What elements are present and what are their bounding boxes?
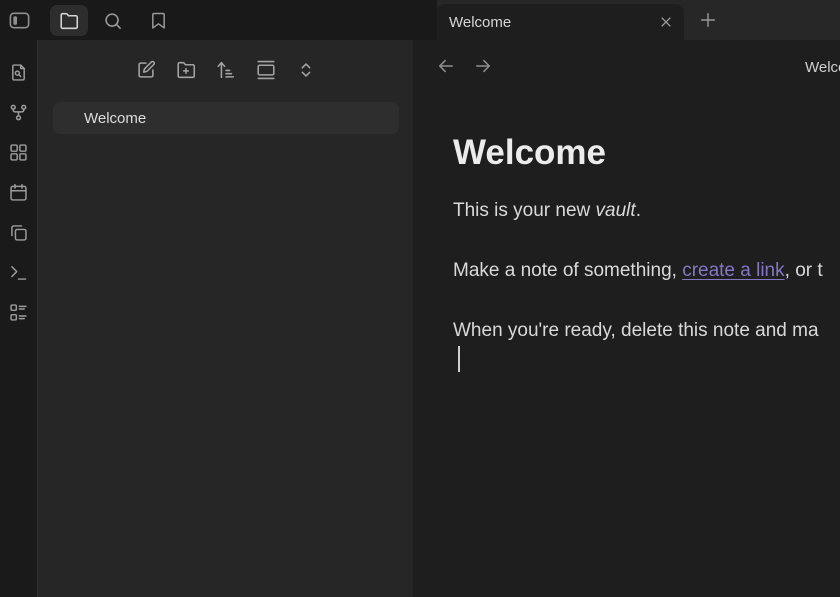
- file-explorer: Welcome: [38, 40, 413, 597]
- layout-list-button[interactable]: [6, 300, 31, 325]
- bookmark-icon: [148, 10, 169, 31]
- explorer-toolbar: [38, 56, 413, 84]
- files-nav-button[interactable]: [50, 5, 88, 36]
- square-pen-icon: [135, 59, 157, 81]
- search-nav-button[interactable]: [100, 8, 125, 33]
- new-tab-button[interactable]: [698, 10, 718, 30]
- obsidian-window: Welcome: [0, 0, 840, 597]
- chevrons-up-down-icon: [295, 59, 317, 81]
- expand-collapse-button[interactable]: [292, 56, 320, 84]
- forward-button[interactable]: [473, 56, 493, 76]
- file-search-icon: [8, 62, 29, 83]
- graph-view-button[interactable]: [6, 100, 31, 125]
- quick-switcher-button[interactable]: [6, 60, 31, 85]
- graph-icon: [8, 102, 29, 123]
- sort-ascending-icon: [215, 59, 237, 81]
- tab-welcome[interactable]: Welcome: [437, 4, 684, 40]
- note-heading: Welcome: [453, 133, 606, 173]
- new-folder-button[interactable]: [172, 56, 200, 84]
- calendar-icon: [8, 182, 29, 203]
- back-button[interactable]: [436, 56, 456, 76]
- close-icon[interactable]: [657, 13, 675, 31]
- text-cursor: [458, 346, 460, 372]
- create-a-link-link[interactable]: create a link: [682, 260, 784, 281]
- file-item-welcome[interactable]: Welcome: [53, 102, 399, 134]
- canvas-button[interactable]: [6, 140, 31, 165]
- command-palette-button[interactable]: [6, 260, 31, 285]
- tab-title: Welcome: [437, 14, 684, 31]
- file-item-label: Welcome: [53, 110, 146, 127]
- terminal-icon: [8, 262, 29, 283]
- note-paragraph-3: When you're ready, delete this note and …: [453, 317, 819, 344]
- new-note-button[interactable]: [132, 56, 160, 84]
- sidebar-toggle-button[interactable]: [5, 7, 33, 34]
- daily-note-button[interactable]: [6, 180, 31, 205]
- ribbon: [0, 40, 38, 597]
- search-icon: [102, 10, 124, 32]
- history-nav: [436, 56, 493, 76]
- arrow-right-icon: [473, 56, 493, 76]
- folder-plus-icon: [175, 59, 197, 81]
- folder-icon: [58, 10, 80, 32]
- layout-grid-icon: [8, 142, 29, 163]
- titlebar-left: [0, 0, 437, 40]
- view-header-title: Welcome: [805, 59, 840, 76]
- plus-icon: [698, 10, 718, 30]
- note-paragraph-1: This is your new vault.: [453, 197, 641, 224]
- italic-text: vault: [596, 200, 636, 221]
- templates-button[interactable]: [6, 220, 31, 245]
- gallery-vertical-button[interactable]: [252, 56, 280, 84]
- note-paragraph-2: Make a note of something, create a link,…: [453, 257, 823, 284]
- sidebar-toggle-icon: [8, 9, 31, 32]
- bookmarks-nav-button[interactable]: [146, 8, 171, 33]
- sort-order-button[interactable]: [212, 56, 240, 84]
- editor-pane[interactable]: Welcome Welcome This is your new vault. …: [413, 40, 840, 597]
- layout-list-icon: [8, 302, 29, 323]
- arrow-left-icon: [436, 56, 456, 76]
- copy-icon: [8, 222, 29, 243]
- gallery-vertical-icon: [255, 59, 277, 81]
- tab-bar: Welcome: [437, 0, 840, 40]
